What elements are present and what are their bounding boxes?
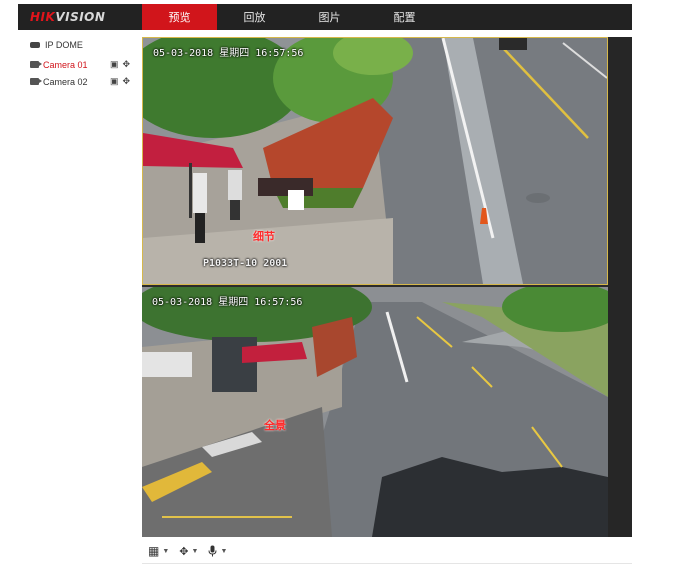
logo-text-hik: HIK: [30, 10, 56, 24]
osd-ptz-code: P1033T-10 2001: [203, 258, 288, 269]
tab-configuration[interactable]: 配置: [367, 4, 442, 30]
video-pane-detail[interactable]: 05-03-2018 星期四 16:57:56 细节 P1033T-10 200…: [142, 37, 608, 285]
logo-text-vision: VISION: [55, 10, 106, 24]
app-root: HIK VISION 预览 回放 图片 配置 IP DOME Camera 01 …: [0, 0, 674, 567]
camera-01-actions: ▣ ✥: [110, 60, 130, 69]
tree-camera-01[interactable]: Camera 01 ▣ ✥: [28, 56, 136, 73]
hikvision-logo: HIK VISION: [18, 4, 142, 30]
video-pane-panorama[interactable]: 05-03-2018 星期四 16:57:56 全景: [142, 287, 608, 537]
record-icon[interactable]: ▣: [110, 77, 119, 86]
live-view-toolbar: ▦ ▼ ✥ ▼ ▼: [142, 540, 632, 562]
tab-live-view[interactable]: 预览: [142, 4, 217, 30]
video-frame-detail: [143, 38, 607, 284]
camera-icon: [30, 61, 42, 68]
chevron-down-icon: ▼: [162, 547, 170, 555]
camera-icon: [30, 78, 42, 85]
ptz-dome-icon: [30, 41, 40, 48]
chevron-down-icon: ▼: [220, 547, 228, 555]
top-navigation-bar: HIK VISION 预览 回放 图片 配置: [18, 4, 632, 30]
video-side-column: [608, 37, 632, 537]
osd-timestamp: 05-03-2018 星期四 16:57:56: [152, 297, 303, 308]
tree-camera-02[interactable]: Camera 02 ▣ ✥: [28, 73, 136, 90]
camera-02-actions: ▣ ✥: [110, 77, 130, 86]
ptz-control-button[interactable]: ✥ ▼: [179, 545, 198, 558]
video-frame-panorama: [142, 287, 608, 537]
chevron-down-icon: ▼: [191, 547, 199, 555]
toolbar-divider: [142, 563, 632, 564]
microphone-icon: [208, 545, 217, 557]
tab-playback[interactable]: 回放: [217, 4, 292, 30]
device-tree: IP DOME Camera 01 ▣ ✥ Camera 02 ▣ ✥: [28, 36, 136, 90]
camera-label: Camera 01: [43, 59, 88, 70]
layout-grid-icon: ▦: [148, 544, 160, 558]
ptz-icon[interactable]: ✥: [122, 60, 130, 69]
record-icon[interactable]: ▣: [110, 60, 119, 69]
camera-label: Camera 02: [43, 76, 88, 87]
device-label: IP DOME: [45, 39, 83, 50]
live-view-area: 05-03-2018 星期四 16:57:56 细节 P1033T-10 200…: [142, 37, 632, 537]
audio-talk-button[interactable]: ▼: [208, 545, 227, 557]
ptz-icon[interactable]: ✥: [122, 77, 130, 86]
tab-picture[interactable]: 图片: [292, 4, 367, 30]
window-layout-button[interactable]: ▦ ▼: [148, 544, 169, 558]
osd-view-label: 全景: [264, 420, 286, 432]
tree-device-ip-dome[interactable]: IP DOME: [28, 36, 136, 53]
ptz-control-icon: ✥: [179, 545, 189, 558]
osd-view-label: 细节: [253, 231, 275, 243]
osd-timestamp: 05-03-2018 星期四 16:57:56: [153, 48, 304, 59]
